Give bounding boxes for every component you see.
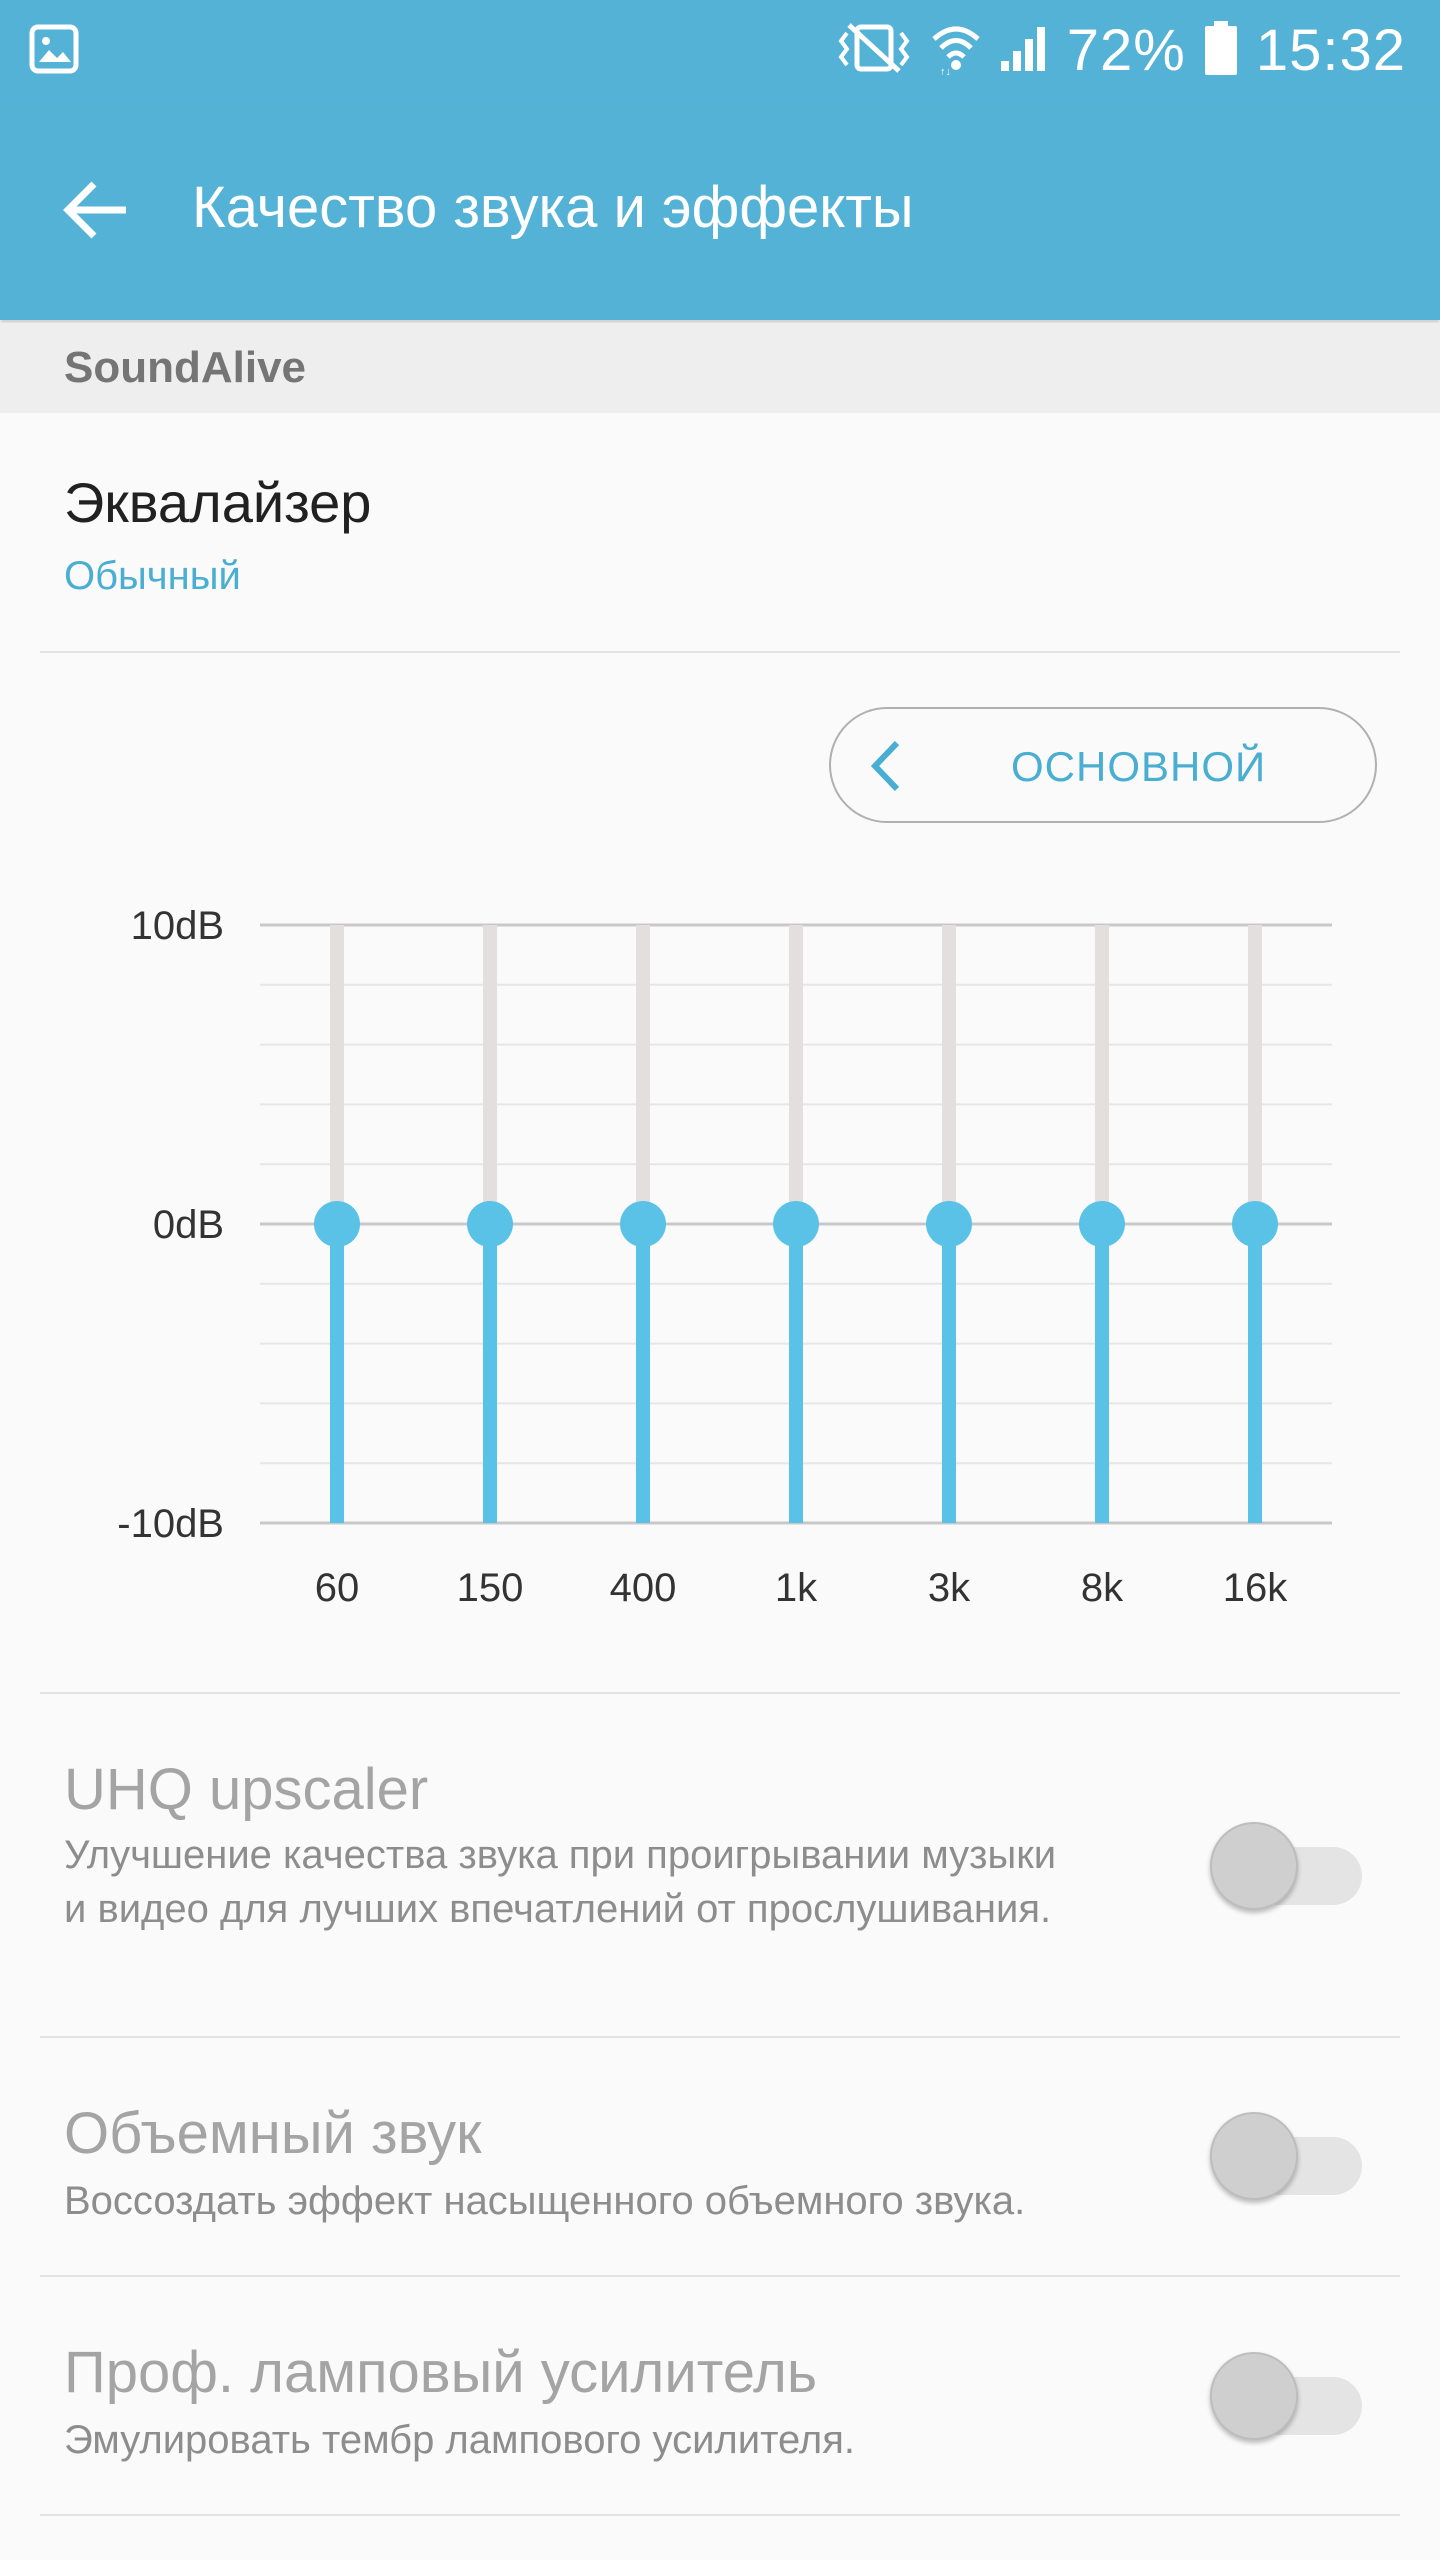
setting-description: Воссоздать эффект насыщенного объемного … <box>64 2179 1026 2223</box>
back-button[interactable] <box>56 170 136 250</box>
band-label: 1k <box>775 1566 818 1610</box>
wifi-icon: ↑↓ <box>931 21 981 80</box>
setting-title: Объемный звук <box>64 2101 482 2166</box>
slider-handle[interactable] <box>314 1201 360 1247</box>
setting-description: Эмулировать тембр лампового усилителя. <box>64 2418 856 2462</box>
band-label: 60 <box>315 1566 360 1610</box>
divider <box>40 2275 1400 2277</box>
battery-percent: 72% <box>1066 17 1186 83</box>
tube-amp-toggle[interactable] <box>1210 2352 1366 2440</box>
band-label: 8k <box>1081 1566 1124 1610</box>
setting-title: Проф. ламповый усилитель <box>64 2340 818 2405</box>
section-header-soundalive: SoundAlive <box>0 323 1440 413</box>
band-label: 400 <box>610 1566 677 1610</box>
equalizer-title: Эквалайзер <box>64 471 372 534</box>
status-time: 15:32 <box>1255 17 1406 83</box>
equalizer-graph: 10dB 0dB -10dB 60 150 400 1k 3k 8k 16k <box>117 904 1332 1610</box>
page-title: Качество звука и эффекты <box>192 175 914 240</box>
slider-handle[interactable] <box>926 1201 972 1247</box>
vibrate-icon <box>835 21 913 80</box>
toggle-knob <box>1210 1822 1298 1910</box>
slider-handle[interactable] <box>773 1201 819 1247</box>
divider <box>40 651 1400 653</box>
db-label: 10dB <box>131 904 224 948</box>
uhq-upscaler-toggle[interactable] <box>1210 1822 1366 1910</box>
equalizer-preset-value: Обычный <box>64 554 241 598</box>
gallery-notification-icon <box>29 24 79 79</box>
setting-description: Улучшение качества звука при проигрывани… <box>64 1833 1057 1931</box>
divider <box>40 2036 1400 2038</box>
slider-handle[interactable] <box>1232 1201 1278 1247</box>
db-label: -10dB <box>117 1502 224 1546</box>
slider-handle[interactable] <box>467 1201 513 1247</box>
surround-sound-toggle[interactable] <box>1210 2112 1366 2200</box>
signal-icon <box>999 21 1049 80</box>
section-header-label: SoundAlive <box>64 343 307 392</box>
divider <box>40 2514 1400 2516</box>
setting-title: UHQ upscaler <box>64 1757 429 1822</box>
band-label: 3k <box>928 1566 971 1610</box>
db-label: 0dB <box>153 1203 224 1247</box>
preset-button-label: ОСНОВНОЙ <box>1011 743 1267 790</box>
slider-handle[interactable] <box>620 1201 666 1247</box>
preset-button[interactable]: ОСНОВНОЙ <box>829 707 1377 823</box>
band-label: 16k <box>1223 1566 1288 1610</box>
band-label: 150 <box>457 1566 524 1610</box>
toggle-knob <box>1210 2112 1298 2200</box>
chevron-left-icon <box>871 741 900 791</box>
svg-text:↑↓: ↑↓ <box>940 66 951 75</box>
arrow-left-icon <box>63 181 126 239</box>
slider-handle[interactable] <box>1079 1201 1125 1247</box>
app-bar: Качество звука и эффекты <box>0 100 1440 320</box>
toggle-knob <box>1210 2352 1298 2440</box>
divider <box>40 1692 1400 1694</box>
battery-icon <box>1204 20 1238 81</box>
status-bar: ↑↓ 72% 15:32 <box>0 0 1440 100</box>
